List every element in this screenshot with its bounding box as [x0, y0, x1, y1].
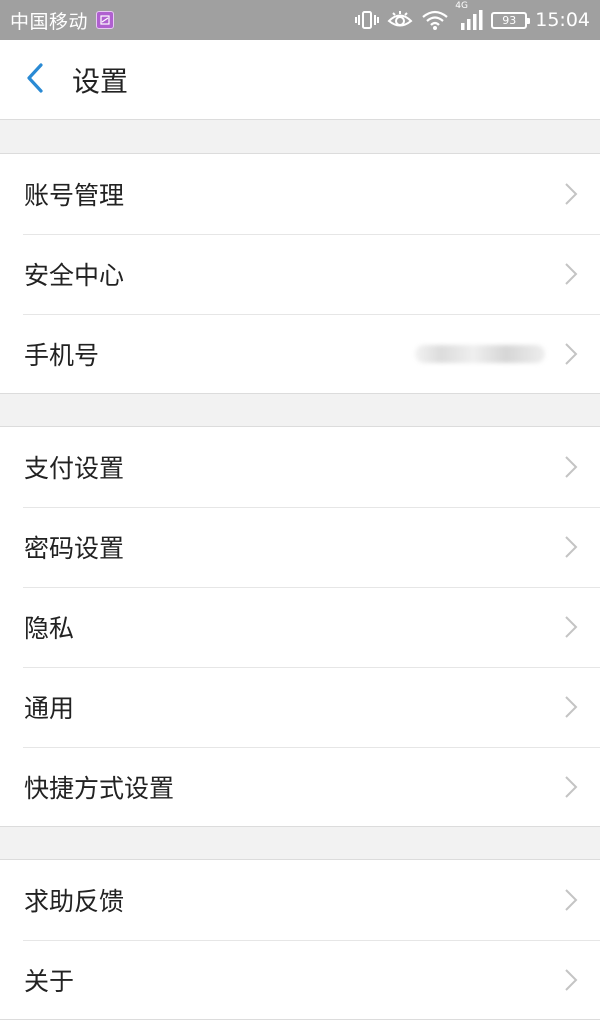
settings-item-label: 支付设置	[24, 454, 125, 483]
chevron-left-icon	[26, 62, 44, 97]
phone-number-value: •••••••••••	[415, 345, 545, 363]
settings-item-shortcut-settings[interactable]: 快捷方式设置	[0, 747, 600, 827]
chevron-right-icon	[564, 775, 578, 799]
battery-level: 93	[502, 13, 517, 27]
eye-icon	[387, 10, 413, 30]
settings-item-label: 求助反馈	[24, 887, 125, 916]
chevron-right-icon	[564, 455, 578, 479]
chevron-right-icon	[564, 262, 578, 286]
settings-item-label: 通用	[24, 694, 75, 723]
settings-item-privacy[interactable]: 隐私	[0, 587, 600, 667]
settings-item-security-center[interactable]: 安全中心	[0, 234, 600, 314]
settings-item-phone-number[interactable]: 手机号 •••••••••••	[0, 314, 600, 394]
page-title: 设置	[72, 64, 129, 98]
carrier-name: 中国移动	[10, 10, 89, 33]
status-left: 中国移动	[10, 7, 115, 34]
status-bar: 中国移动 4G 93 15:04	[0, 0, 600, 40]
chevron-right-icon	[564, 968, 578, 992]
settings-item-payment-settings[interactable]: 支付设置	[0, 427, 600, 507]
settings-item-help-feedback[interactable]: 求助反馈	[0, 860, 600, 940]
settings-group-general: 支付设置 密码设置 隐私 通用 快捷方式设置	[0, 426, 600, 827]
settings-item-label: 账号管理	[24, 181, 125, 210]
settings-group-account: 账号管理 安全中心 手机号 •••••••••••	[0, 153, 600, 394]
chevron-right-icon	[564, 888, 578, 912]
settings-item-label: 手机号	[24, 341, 100, 370]
network-type-label: 4G	[455, 1, 468, 11]
chevron-right-icon	[564, 342, 578, 366]
wifi-icon	[421, 9, 449, 31]
settings-group-help: 求助反馈 关于	[0, 859, 600, 1020]
settings-item-label: 快捷方式设置	[24, 774, 175, 803]
settings-item-label: 安全中心	[24, 261, 125, 290]
signal-icon: 4G	[455, 1, 483, 31]
header: 设置	[0, 40, 600, 120]
settings-item-label: 密码设置	[24, 534, 125, 563]
chevron-right-icon	[564, 615, 578, 639]
status-right: 4G 93 15:04	[355, 1, 590, 31]
settings-item-label: 隐私	[24, 614, 75, 643]
vibrate-icon	[355, 10, 380, 30]
chevron-right-icon	[564, 695, 578, 719]
message-icon	[96, 11, 115, 29]
battery-icon: 93	[491, 11, 531, 29]
settings-item-account-management[interactable]: 账号管理	[0, 154, 600, 234]
chevron-right-icon	[564, 182, 578, 206]
settings-item-password-settings[interactable]: 密码设置	[0, 507, 600, 587]
settings-item-label: 关于	[24, 967, 75, 996]
clock: 15:04	[535, 9, 590, 31]
settings-item-general[interactable]: 通用	[0, 667, 600, 747]
chevron-right-icon	[564, 535, 578, 559]
back-button[interactable]	[0, 40, 70, 120]
settings-item-about[interactable]: 关于	[0, 940, 600, 1020]
